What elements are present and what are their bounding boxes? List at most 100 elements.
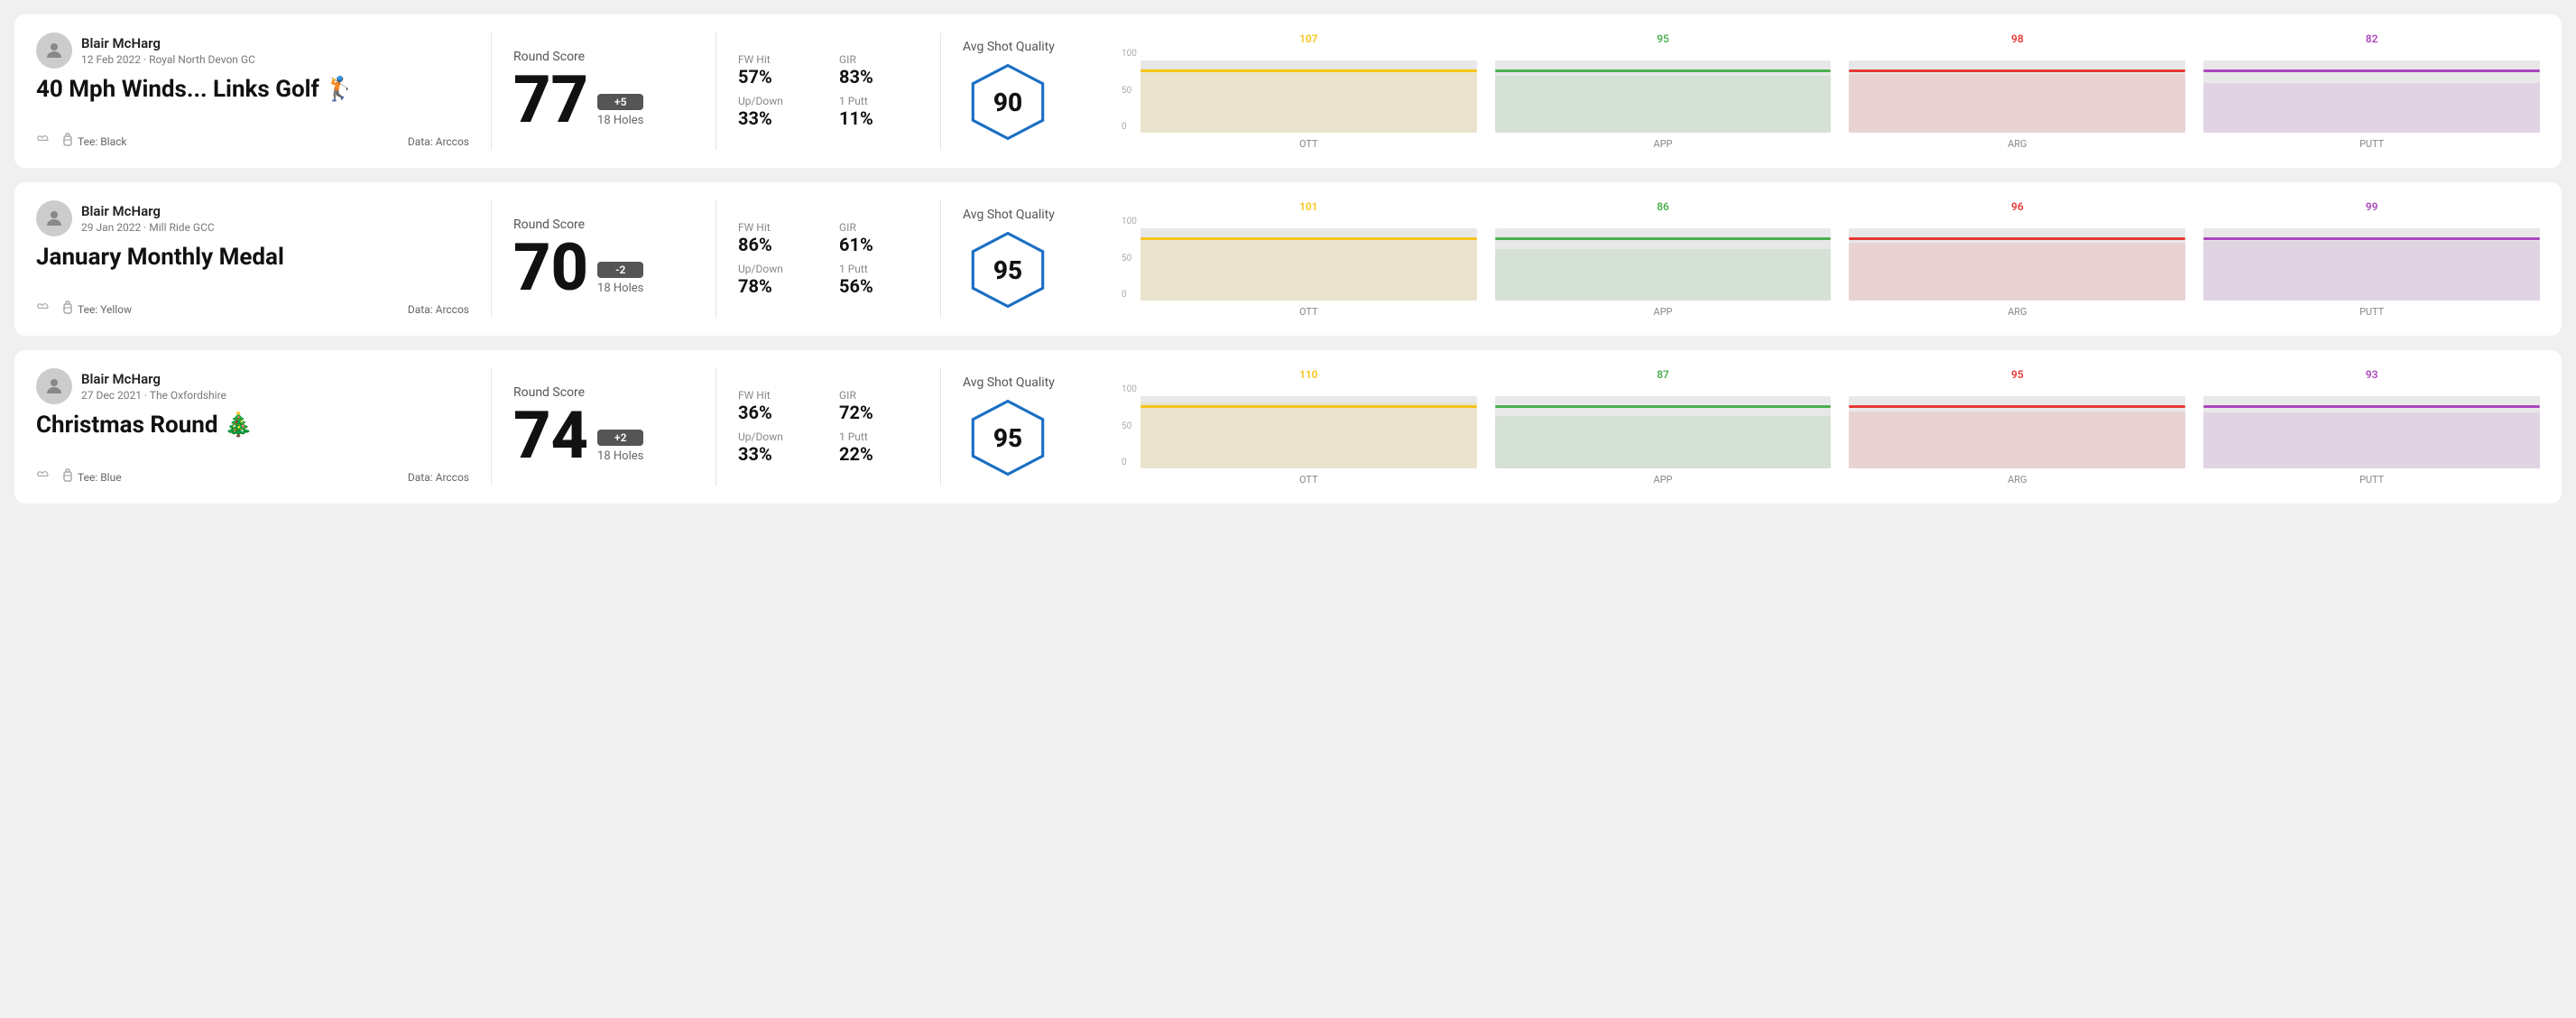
cloud-icon-1 — [36, 134, 51, 148]
stats-section-2: FW Hit 86% GIR 61% Up/Down 78% 1 Putt 56… — [738, 200, 919, 318]
score-value-1: 77 — [513, 68, 588, 133]
score-holes-1: 18 Holes — [597, 114, 643, 127]
quality-section-1: Avg Shot Quality 90 — [963, 32, 1107, 150]
tee-info-1: Tee: Black — [61, 133, 126, 150]
avatar-1 — [36, 32, 72, 69]
chart-bar-arg: 96 ARG — [1849, 200, 2185, 318]
chart-bar-ott: 101 OTT — [1140, 200, 1477, 318]
card-footer-3: Tee: Blue Data: Arccos — [36, 468, 469, 486]
user-info-2: Blair McHarg 29 Jan 2022 · Mill Ride GCC — [36, 200, 469, 236]
chart-bar-arg: 95 ARG — [1849, 368, 2185, 486]
divider-left-2 — [491, 200, 492, 318]
chart-section-3: 100 50 0 110 OTT 87 — [1107, 368, 2540, 486]
score-badge-2: -2 — [597, 262, 643, 278]
round-card-3: Blair McHarg 27 Dec 2021 · The Oxfordshi… — [14, 350, 2562, 504]
chart-section-2: 100 50 0 101 OTT 86 — [1107, 200, 2540, 318]
score-section-2: Round Score 70 -2 18 Holes — [513, 200, 694, 318]
divider-left-3 — [491, 368, 492, 486]
card-left-1: Blair McHarg 12 Feb 2022 · Royal North D… — [36, 32, 469, 150]
quality-section-2: Avg Shot Quality 95 — [963, 200, 1107, 318]
round-title-2: January Monthly Medal — [36, 244, 469, 271]
chart-bar-putt: 82 PUTT — [2203, 32, 2540, 150]
stat-fwhit-1: FW Hit 57% — [738, 53, 817, 88]
data-source-2: Data: Arccos — [408, 303, 469, 316]
avatar-3 — [36, 368, 72, 404]
chart-bar-putt: 93 PUTT — [2203, 368, 2540, 486]
score-row-3: 74 +2 18 Holes — [513, 403, 694, 468]
card-left-2: Blair McHarg 29 Jan 2022 · Mill Ride GCC… — [36, 200, 469, 318]
chart-bar-app: 95 APP — [1495, 32, 1832, 150]
date-course-1: 12 Feb 2022 · Royal North Devon GC — [81, 53, 255, 66]
round-card-2: Blair McHarg 29 Jan 2022 · Mill Ride GCC… — [14, 182, 2562, 336]
chart-bar-ott: 107 OTT — [1140, 32, 1477, 150]
divider-right-1 — [940, 32, 941, 150]
hexagon-container-2: 95 — [963, 229, 1053, 310]
user-name-2: Blair McHarg — [81, 203, 215, 219]
quality-score-3: 95 — [993, 423, 1022, 453]
tee-label-3: Tee: Blue — [78, 471, 122, 484]
stat-fwhit-3: FW Hit 36% — [738, 389, 817, 423]
golf-bag-icon-3 — [61, 468, 74, 486]
user-info-3: Blair McHarg 27 Dec 2021 · The Oxfordshi… — [36, 368, 469, 404]
score-holes-2: 18 Holes — [597, 282, 643, 295]
round-card-1: Blair McHarg 12 Feb 2022 · Royal North D… — [14, 14, 2562, 168]
quality-score-2: 95 — [993, 255, 1022, 285]
stat-oneputt-3: 1 Putt 22% — [839, 430, 919, 465]
stats-section-1: FW Hit 57% GIR 83% Up/Down 33% 1 Putt 11… — [738, 32, 919, 150]
user-name-3: Blair McHarg — [81, 371, 226, 387]
data-source-3: Data: Arccos — [408, 471, 469, 484]
stat-updown-3: Up/Down 33% — [738, 430, 817, 465]
card-left-3: Blair McHarg 27 Dec 2021 · The Oxfordshi… — [36, 368, 469, 486]
score-holes-3: 18 Holes — [597, 449, 643, 463]
chart-bar-putt: 99 PUTT — [2203, 200, 2540, 318]
divider-left-1 — [491, 32, 492, 150]
score-value-2: 70 — [513, 236, 588, 301]
stat-updown-1: Up/Down 33% — [738, 95, 817, 129]
stats-grid-2: FW Hit 86% GIR 61% Up/Down 78% 1 Putt 56… — [738, 221, 919, 297]
tee-info-3: Tee: Blue — [61, 468, 122, 486]
tee-label-1: Tee: Black — [78, 135, 126, 148]
card-footer-2: Tee: Yellow Data: Arccos — [36, 301, 469, 318]
stat-fwhit-2: FW Hit 86% — [738, 221, 817, 255]
stat-oneputt-1: 1 Putt 11% — [839, 95, 919, 129]
stat-gir-3: GIR 72% — [839, 389, 919, 423]
date-course-2: 29 Jan 2022 · Mill Ride GCC — [81, 221, 215, 234]
score-section-1: Round Score 77 +5 18 Holes — [513, 32, 694, 150]
score-row-2: 70 -2 18 Holes — [513, 236, 694, 301]
score-section-3: Round Score 74 +2 18 Holes — [513, 368, 694, 486]
round-title-1: 40 Mph Winds... Links Golf 🏌️ — [36, 76, 469, 103]
tee-info-2: Tee: Yellow — [61, 301, 132, 318]
stat-updown-2: Up/Down 78% — [738, 263, 817, 297]
stats-grid-1: FW Hit 57% GIR 83% Up/Down 33% 1 Putt 11… — [738, 53, 919, 129]
quality-label-3: Avg Shot Quality — [963, 375, 1055, 390]
chart-bar-app: 86 APP — [1495, 200, 1832, 318]
avatar-2 — [36, 200, 72, 236]
score-row-1: 77 +5 18 Holes — [513, 68, 694, 133]
stat-gir-1: GIR 83% — [839, 53, 919, 88]
quality-section-3: Avg Shot Quality 95 — [963, 368, 1107, 486]
cloud-icon-2 — [36, 302, 51, 316]
cloud-icon-3 — [36, 470, 51, 484]
stat-gir-2: GIR 61% — [839, 221, 919, 255]
stats-grid-3: FW Hit 36% GIR 72% Up/Down 33% 1 Putt 22… — [738, 389, 919, 465]
quality-label-1: Avg Shot Quality — [963, 40, 1055, 54]
chart-bar-arg: 98 ARG — [1849, 32, 2185, 150]
user-info-1: Blair McHarg 12 Feb 2022 · Royal North D… — [36, 32, 469, 69]
chart-bar-ott: 110 OTT — [1140, 368, 1477, 486]
golf-bag-icon-1 — [61, 133, 74, 150]
chart-section-1: 100 50 0 107 OTT 95 — [1107, 32, 2540, 150]
hexagon-container-1: 90 — [963, 61, 1053, 143]
quality-score-1: 90 — [993, 88, 1022, 117]
chart-bar-app: 87 APP — [1495, 368, 1832, 486]
quality-label-2: Avg Shot Quality — [963, 208, 1055, 222]
tee-label-2: Tee: Yellow — [78, 303, 132, 316]
stats-section-3: FW Hit 36% GIR 72% Up/Down 33% 1 Putt 22… — [738, 368, 919, 486]
data-source-1: Data: Arccos — [408, 135, 469, 148]
user-name-1: Blair McHarg — [81, 35, 255, 51]
score-badge-3: +2 — [597, 430, 643, 446]
hexagon-container-3: 95 — [963, 397, 1053, 478]
score-value-3: 74 — [513, 403, 588, 468]
golf-bag-icon-2 — [61, 301, 74, 318]
round-title-3: Christmas Round 🎄 — [36, 412, 469, 439]
score-badge-1: +5 — [597, 94, 643, 110]
